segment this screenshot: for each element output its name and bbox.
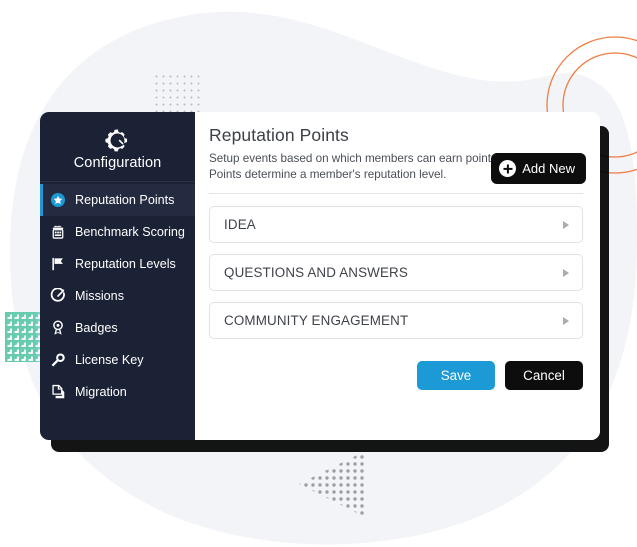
panel-header: Reputation Points Setup events based on … [209,125,586,184]
sidebar-item-label: Missions [75,289,124,303]
sidebar-item-license-key[interactable]: License Key [40,344,195,376]
sidebar-item-label: Reputation Points [75,193,175,207]
sidebar-item-badges[interactable]: Badges [40,312,195,344]
gear-wrench-icon [104,127,131,154]
sidebar-item-benchmark-scoring[interactable]: Benchmark Scoring [40,216,195,248]
header-divider [209,193,583,195]
sidebar-nav: Reputation Points Benchmark Scoring Repu… [40,182,195,408]
accordion-row-idea[interactable]: IDEA [209,206,583,244]
sidebar-item-label: Migration [75,385,127,399]
accordion-row-community-engagement[interactable]: COMMUNITY ENGAGEMENT [209,302,583,340]
application-card: Configuration Reputation Points Benchmar… [40,112,600,440]
wrench-key-icon [49,352,66,369]
cancel-button[interactable]: Cancel [505,361,583,391]
save-button[interactable]: Save [417,361,495,391]
accordion-row-label: IDEA [224,217,256,233]
scoreboard-icon [49,224,66,241]
sidebar-brand-label: Configuration [73,154,162,171]
accordion-row-label: COMMUNITY ENGAGEMENT [224,313,409,329]
sidebar-item-reputation-levels[interactable]: Reputation Levels [40,248,195,280]
sidebar-item-migration[interactable]: Migration [40,376,195,408]
chevron-right-icon[interactable] [563,316,569,325]
sidebar-item-label: Badges [75,321,118,335]
accordion-row-questions-and-answers[interactable]: QUESTIONS AND ANSWERS [209,254,583,292]
plus-circle-icon [499,160,517,177]
sidebar-item-label: Benchmark Scoring [75,225,185,239]
sidebar-item-label: License Key [75,353,144,367]
sidebar-item-reputation-points[interactable]: Reputation Points [40,184,195,216]
panel-description: Setup events based on which members can … [209,152,501,181]
content-panel: Reputation Points Setup events based on … [195,112,600,440]
add-new-button-label: Add New [522,161,575,176]
target-arrow-icon [49,288,66,305]
star-badge-icon [49,192,66,209]
sidebar-item-missions[interactable]: Missions [40,280,195,312]
award-medal-icon [49,320,66,337]
copy-stack-icon [49,384,66,401]
form-actions: Save Cancel [209,361,583,391]
sidebar-brand: Configuration [40,112,195,182]
chevron-right-icon[interactable] [563,220,569,229]
flag-icon [49,256,66,273]
sidebar: Configuration Reputation Points Benchmar… [40,112,195,440]
page-title: Reputation Points [209,125,349,145]
chevron-right-icon[interactable] [563,268,569,277]
accordion-row-label: QUESTIONS AND ANSWERS [224,265,408,281]
dotted-triangle-decoration [299,450,367,518]
add-new-button[interactable]: Add New [491,153,586,184]
sidebar-item-label: Reputation Levels [75,257,176,271]
accordion-list: IDEA QUESTIONS AND ANSWERS COMMUNITY ENG… [209,206,583,340]
